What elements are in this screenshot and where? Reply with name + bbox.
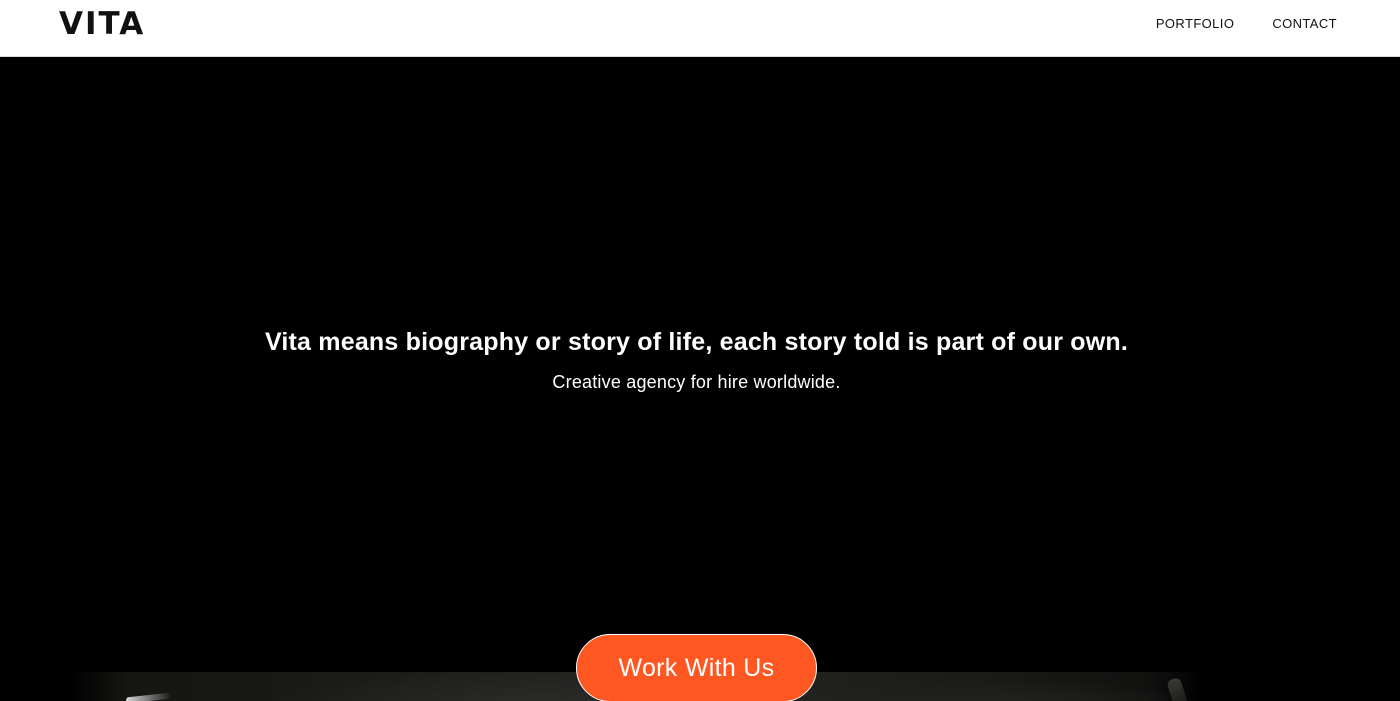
site-header: VITA PORTFOLIO CONTACT — [0, 0, 1400, 57]
work-with-us-button[interactable]: Work With Us — [576, 634, 817, 701]
main-nav: PORTFOLIO CONTACT — [1156, 0, 1337, 57]
brand-logo: VITA — [59, 6, 146, 42]
nav-link-portfolio[interactable]: PORTFOLIO — [1156, 16, 1234, 31]
hero-subline: Creative agency for hire worldwide. — [552, 372, 841, 392]
hero-headline: Vita means biography or story of life, e… — [264, 328, 1129, 356]
nav-link-contact[interactable]: CONTACT — [1272, 16, 1337, 31]
page: VITA PORTFOLIO CONTACT Vita means biogra… — [0, 0, 1400, 701]
hero-section: Vita means biography or story of life, e… — [0, 58, 1400, 701]
brand-logo-link[interactable]: VITA — [59, 6, 146, 42]
